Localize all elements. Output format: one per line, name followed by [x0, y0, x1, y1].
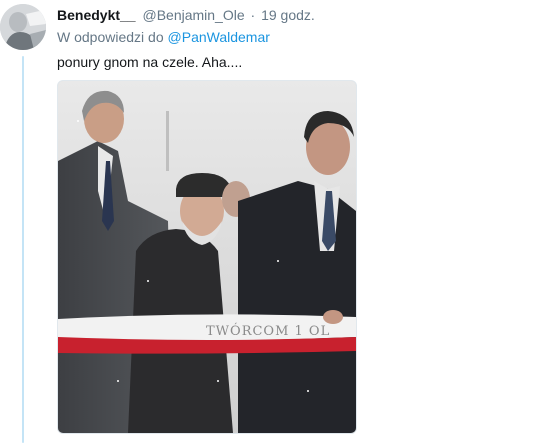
photo-image: TWÓRCOM 1 OL [58, 81, 356, 433]
avatar-photo [0, 4, 46, 50]
thread-line [22, 56, 24, 443]
tweet-text: ponury gnom na czele. Aha.... [57, 54, 243, 70]
display-name[interactable]: Benedykt__ [57, 7, 136, 23]
reply-prefix: W odpowiedzi do [57, 29, 164, 45]
user-handle[interactable]: @Benjamin_Ole [142, 7, 244, 23]
reply-target-link[interactable]: @PanWaldemar [168, 29, 270, 45]
tweet-media-photo[interactable]: TWÓRCOM 1 OL [57, 80, 357, 434]
tweet-time[interactable]: 19 godz. [261, 7, 315, 23]
ribbon-text: TWÓRCOM 1 OL [206, 322, 330, 339]
tweet: Benedykt__ @Benjamin_Ole · 19 godz. W od… [0, 0, 536, 443]
tweet-header: Benedykt__ @Benjamin_Ole · 19 godz. [57, 6, 315, 24]
reply-context: W odpowiedzi do @PanWaldemar [57, 28, 270, 46]
avatar[interactable] [0, 4, 46, 50]
separator-dot: · [250, 7, 256, 23]
